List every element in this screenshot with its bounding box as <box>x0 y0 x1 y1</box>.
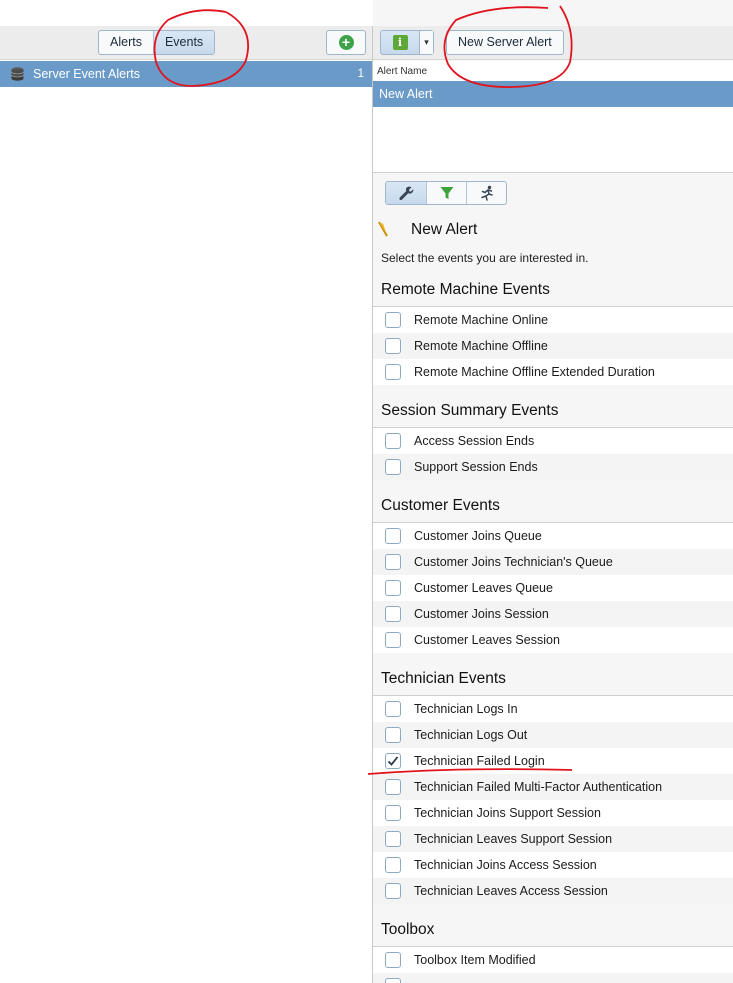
right-pane: i ▾ New Server Alert Alert Name New Aler… <box>373 0 733 983</box>
event-checkbox[interactable] <box>385 459 401 475</box>
view-switcher: Alerts Events <box>98 30 216 55</box>
section-title: Customer Events <box>381 497 500 514</box>
event-checkbox[interactable] <box>385 727 401 743</box>
tab-alerts[interactable]: Alerts <box>99 31 153 54</box>
event-checkbox[interactable] <box>385 701 401 717</box>
event-checkbox[interactable] <box>385 433 401 449</box>
event-row[interactable]: Technician Logs Out <box>373 722 733 748</box>
event-checkbox[interactable] <box>385 779 401 795</box>
section-title: Toolbox <box>381 921 435 938</box>
event-label: Customer Joins Queue <box>414 529 542 543</box>
event-row[interactable] <box>373 973 733 983</box>
event-label: Support Session Ends <box>414 460 538 474</box>
wrench-icon <box>399 186 414 201</box>
event-checkbox[interactable] <box>385 580 401 596</box>
tab-filter[interactable] <box>426 182 466 204</box>
event-row[interactable]: Support Session Ends <box>373 454 733 480</box>
event-label: Customer Joins Session <box>414 607 549 621</box>
plus-circle-icon: + <box>338 35 354 50</box>
filter-icon <box>440 187 453 199</box>
event-row[interactable]: Technician Failed Multi-Factor Authentic… <box>373 774 733 800</box>
left-toolbar: Alerts Events + <box>0 26 372 60</box>
event-label: Remote Machine Offline Extended Duration <box>414 365 655 379</box>
section-title: Session Summary Events <box>381 402 559 419</box>
tree-item-server-event-alerts[interactable]: Server Event Alerts 1 <box>0 61 372 87</box>
new-server-alert-button[interactable]: New Server Alert <box>446 30 564 55</box>
tree-item-count: 1 <box>357 68 364 80</box>
event-row[interactable]: Technician Failed Login <box>373 748 733 774</box>
event-checkbox[interactable] <box>385 753 401 769</box>
checkmark-icon <box>387 756 399 766</box>
info-dropdown-button[interactable]: i ▾ <box>380 30 434 55</box>
event-checkbox[interactable] <box>385 952 401 968</box>
event-label: Technician Logs In <box>414 702 518 716</box>
event-row[interactable]: Customer Leaves Queue <box>373 575 733 601</box>
event-label: Technician Leaves Support Session <box>414 832 613 846</box>
event-row[interactable]: Remote Machine Online <box>373 307 733 333</box>
alert-flag-icon <box>378 221 388 237</box>
event-row[interactable]: Technician Leaves Support Session <box>373 826 733 852</box>
event-row[interactable]: Customer Joins Technician's Queue <box>373 549 733 575</box>
event-row[interactable]: Technician Joins Support Session <box>373 800 733 826</box>
event-row[interactable]: Technician Joins Access Session <box>373 852 733 878</box>
event-row[interactable]: Access Session Ends <box>373 428 733 454</box>
event-checkbox[interactable] <box>385 883 401 899</box>
event-label: Technician Logs Out <box>414 728 528 742</box>
event-row[interactable]: Remote Machine Offline <box>373 333 733 359</box>
event-label: Technician Leaves Access Session <box>414 884 608 898</box>
database-icon <box>11 67 24 81</box>
event-label: Remote Machine Online <box>414 313 549 327</box>
event-checkbox[interactable] <box>385 978 401 983</box>
info-button[interactable]: i <box>381 31 420 54</box>
list-item[interactable]: New Alert <box>373 81 733 107</box>
event-row[interactable]: Toolbox Item Modified <box>373 947 733 973</box>
alert-list: Alert Name New Alert <box>373 61 733 173</box>
event-label: Technician Joins Support Session <box>414 806 601 820</box>
detail-tabs <box>385 181 507 205</box>
event-label: Customer Joins Technician's Queue <box>414 555 613 569</box>
event-label: Customer Leaves Queue <box>414 581 553 595</box>
event-row[interactable]: Customer Joins Queue <box>373 523 733 549</box>
event-checkbox[interactable] <box>385 632 401 648</box>
alert-description: Select the events you are interested in. <box>381 251 589 265</box>
event-row[interactable]: Technician Leaves Access Session <box>373 878 733 904</box>
event-label: Remote Machine Offline <box>414 339 548 353</box>
event-label: Toolbox Item Modified <box>414 953 536 967</box>
section-title: Technician Events <box>381 670 506 687</box>
event-row[interactable]: Remote Machine Offline Extended Duration <box>373 359 733 385</box>
alert-title: New Alert <box>411 221 478 238</box>
event-label: Technician Failed Multi-Factor Authentic… <box>414 780 663 794</box>
event-checkbox[interactable] <box>385 805 401 821</box>
event-label: Customer Leaves Session <box>414 633 560 647</box>
tab-settings[interactable] <box>386 182 426 204</box>
left-pane: Alerts Events + Server Event Alerts 1 <box>0 0 372 983</box>
event-checkbox[interactable] <box>385 528 401 544</box>
event-row[interactable]: Customer Leaves Session <box>373 627 733 653</box>
event-checkbox[interactable] <box>385 831 401 847</box>
column-header-alert-name[interactable]: Alert Name <box>373 61 733 81</box>
run-action-icon <box>480 185 493 201</box>
event-checkbox[interactable] <box>385 554 401 570</box>
event-checkbox[interactable] <box>385 312 401 328</box>
add-button[interactable]: + <box>326 30 366 55</box>
right-toolbar: i ▾ New Server Alert <box>373 26 733 60</box>
event-label: Technician Failed Login <box>414 754 545 768</box>
tab-events[interactable]: Events <box>152 31 215 54</box>
event-row[interactable]: Technician Logs In <box>373 696 733 722</box>
event-checkbox[interactable] <box>385 857 401 873</box>
tree-item-label: Server Event Alerts <box>33 67 140 81</box>
event-checkbox[interactable] <box>385 606 401 622</box>
event-checkbox[interactable] <box>385 338 401 354</box>
window: Alerts Events + Server Event Alerts 1 i … <box>0 0 733 983</box>
chevron-down-icon[interactable]: ▾ <box>420 31 433 54</box>
event-row[interactable]: Customer Joins Session <box>373 601 733 627</box>
event-label: Technician Joins Access Session <box>414 858 597 872</box>
tab-actions[interactable] <box>466 182 506 204</box>
event-checkbox[interactable] <box>385 364 401 380</box>
info-icon: i <box>392 35 408 50</box>
section-title: Remote Machine Events <box>381 281 550 298</box>
event-label: Access Session Ends <box>414 434 535 448</box>
